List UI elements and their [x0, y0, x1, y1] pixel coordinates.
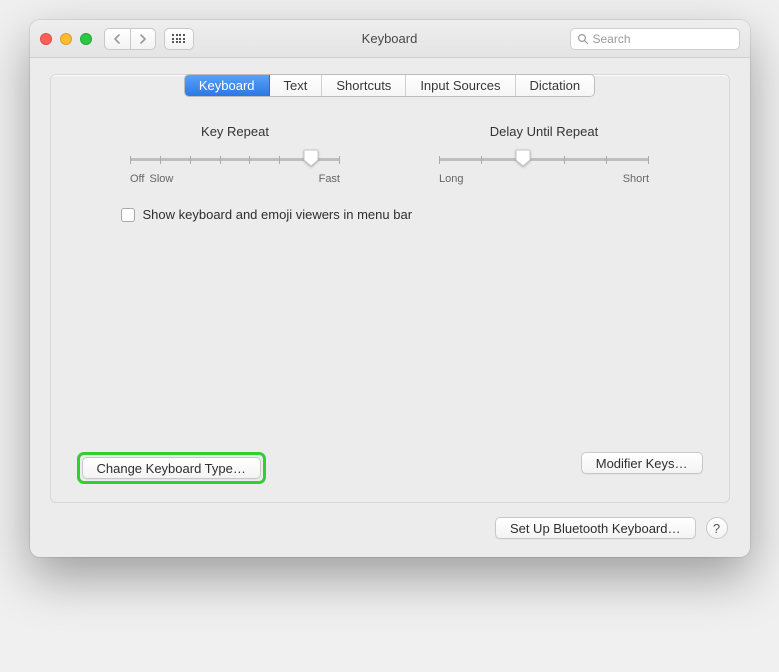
grid-icon	[172, 34, 185, 43]
show-all-button[interactable]	[164, 28, 194, 50]
nav-buttons	[104, 28, 156, 50]
checkbox-label: Show keyboard and emoji viewers in menu …	[143, 207, 413, 222]
key-repeat-title: Key Repeat	[130, 124, 340, 139]
delay-slider[interactable]	[439, 149, 649, 169]
footer-row: Set Up Bluetooth Keyboard… ?	[50, 503, 730, 539]
tab-dictation[interactable]: Dictation	[516, 75, 595, 96]
tab-text[interactable]: Text	[270, 75, 323, 96]
delay-endlabels: Long Short	[439, 171, 649, 185]
slider-ticks	[439, 156, 649, 164]
label-long: Long	[439, 173, 463, 185]
label-fast: Fast	[319, 173, 340, 185]
show-viewers-option[interactable]: Show keyboard and emoji viewers in menu …	[51, 193, 729, 222]
tabs: Keyboard Text Shortcuts Input Sources Di…	[184, 74, 595, 97]
search-icon	[577, 33, 589, 45]
setup-bluetooth-keyboard-button[interactable]: Set Up Bluetooth Keyboard…	[495, 517, 696, 539]
content-area: Keyboard Text Shortcuts Input Sources Di…	[30, 58, 750, 557]
sliders-area: Key Repeat Off Slow Fast	[51, 98, 729, 193]
change-keyboard-type-button[interactable]: Change Keyboard Type…	[82, 457, 261, 479]
key-repeat-block: Key Repeat Off Slow Fast	[130, 124, 340, 185]
chevron-left-icon	[113, 34, 121, 44]
chevron-right-icon	[139, 34, 147, 44]
forward-button[interactable]	[130, 28, 156, 50]
delay-until-repeat-block: Delay Until Repeat Long Short	[439, 124, 649, 185]
label-short: Short	[623, 173, 649, 185]
tab-shortcuts[interactable]: Shortcuts	[322, 75, 406, 96]
delay-title: Delay Until Repeat	[439, 124, 649, 139]
close-window-button[interactable]	[40, 33, 52, 45]
tab-keyboard[interactable]: Keyboard	[185, 75, 270, 96]
tab-input-sources[interactable]: Input Sources	[406, 75, 515, 96]
help-button[interactable]: ?	[706, 517, 728, 539]
zoom-window-button[interactable]	[80, 33, 92, 45]
preferences-window: Keyboard Keyboard Text Shortcuts Input S…	[30, 20, 750, 557]
back-button[interactable]	[104, 28, 130, 50]
slider-thumb[interactable]	[515, 149, 531, 167]
label-slow: Slow	[149, 173, 173, 185]
tab-row: Keyboard Text Shortcuts Input Sources Di…	[51, 74, 729, 97]
modifier-keys-button[interactable]: Modifier Keys…	[581, 452, 703, 474]
spacer	[51, 222, 729, 452]
checkbox[interactable]	[121, 208, 135, 222]
keyboard-panel: Keyboard Text Shortcuts Input Sources Di…	[50, 74, 730, 503]
key-repeat-endlabels: Off Slow Fast	[130, 171, 340, 185]
panel-bottom-row: Change Keyboard Type… Modifier Keys…	[51, 452, 729, 484]
titlebar: Keyboard	[30, 20, 750, 58]
label-off: Off	[130, 173, 144, 185]
traffic-lights	[40, 33, 92, 45]
search-input[interactable]	[593, 32, 733, 46]
slider-thumb[interactable]	[303, 149, 319, 167]
search-field[interactable]	[570, 28, 740, 50]
highlight-ring: Change Keyboard Type…	[77, 452, 266, 484]
key-repeat-slider[interactable]	[130, 149, 340, 169]
minimize-window-button[interactable]	[60, 33, 72, 45]
